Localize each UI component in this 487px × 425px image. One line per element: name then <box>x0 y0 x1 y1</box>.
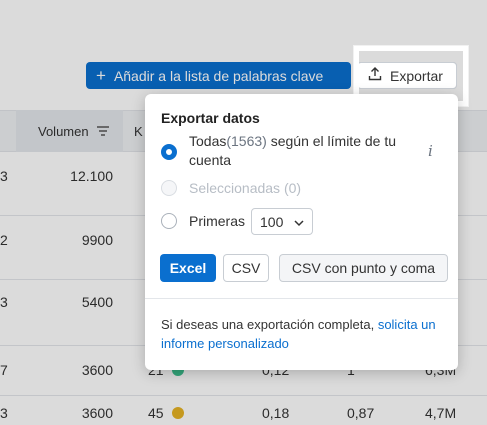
option-selected-label: Seleccionadas (0) <box>189 180 302 196</box>
export-csv-semicolon-button[interactable]: CSV con punto y coma <box>279 254 448 282</box>
option-all-text[interactable]: Todas(1563) según el límite de tu cuenta <box>189 132 421 170</box>
radio-export-all[interactable] <box>161 144 177 160</box>
upload-icon <box>368 67 382 84</box>
option-all-label: Todas <box>189 133 227 149</box>
footer-text: Si deseas una exportación completa, <box>161 317 378 332</box>
export-button-label: Exportar <box>390 67 443 84</box>
radio-export-selected <box>161 180 177 196</box>
export-footer-note: Si deseas una exportación completa, soli… <box>161 315 446 353</box>
export-excel-button[interactable]: Excel <box>160 254 216 282</box>
export-csv-button[interactable]: CSV <box>223 254 269 282</box>
first-count-value: 100 <box>260 213 284 230</box>
chevron-down-icon <box>294 214 304 230</box>
info-icon[interactable]: i <box>428 142 433 160</box>
first-count-select[interactable]: 100 <box>251 208 313 235</box>
dialog-divider <box>145 298 458 299</box>
export-dialog: Exportar datos Todas(1563) según el lími… <box>145 94 458 370</box>
export-button-highlighted[interactable]: Exportar <box>357 62 457 89</box>
radio-export-first[interactable] <box>161 213 177 229</box>
option-all-count: (1563) <box>226 133 267 149</box>
option-first-label: Primeras <box>189 213 246 229</box>
export-dialog-title: Exportar datos <box>161 110 260 126</box>
